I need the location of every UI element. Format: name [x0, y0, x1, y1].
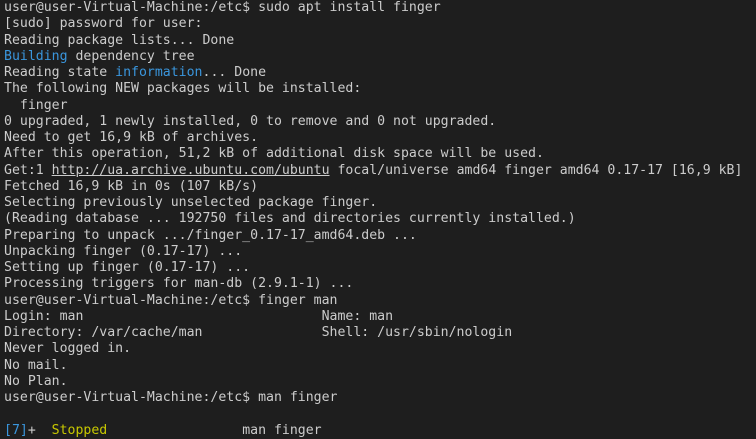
terminal-text: user@user-Virtual-Machine:/etc$ finger m… — [4, 292, 338, 308]
terminal-text: Fetched 16,9 kB in 0s (107 kB/s) — [4, 178, 259, 194]
terminal-line: Login: man Name: man — [4, 309, 742, 325]
terminal-line: Building dependency tree — [4, 49, 742, 65]
terminal-text: ... Done — [202, 65, 267, 80]
terminal-text: Setting up finger (0.17-17) ... — [4, 260, 251, 275]
terminal-link[interactable]: http://ua.archive.ubuntu.com/ubuntu — [52, 163, 330, 178]
terminal-line: Selecting previously unselected package … — [4, 195, 742, 211]
terminal-line: Setting up finger (0.17-17) ... — [4, 260, 742, 276]
terminal-line: Directory: /var/cache/man Shell: /usr/sb… — [4, 325, 742, 341]
terminal-output[interactable]: user@user-Virtual-Machine:/etc$ sudo apt… — [4, 0, 742, 439]
terminal-line: 0 upgraded, 1 newly installed, 0 to remo… — [4, 114, 742, 130]
terminal-text: Login: man Name: man — [4, 308, 394, 324]
terminal-line: Reading state information... Done — [4, 65, 742, 81]
terminal-text: user@user-Virtual-Machine:/etc$ sudo apt… — [4, 0, 441, 15]
terminal-text: [sudo] password for user: — [4, 16, 203, 32]
terminal-text: focal/universe amd64 finger amd64 0.17-1… — [329, 162, 743, 178]
terminal-line: Processing triggers for man-db (2.9.1-1)… — [4, 276, 742, 292]
terminal-line: No mail. — [4, 358, 742, 374]
terminal-text: finger — [4, 97, 68, 113]
terminal-line: Preparing to unpack .../finger_0.17-17_a… — [4, 228, 742, 244]
terminal-line: user@user-Virtual-Machine:/etc$ finger m… — [4, 293, 742, 309]
terminal-text: Get:1 — [4, 162, 52, 178]
terminal-text: Stopped — [51, 422, 108, 438]
terminal-text: Processing triggers for man-db (2.9.1-1)… — [4, 276, 354, 292]
terminal-line: After this operation, 51,2 kB of additio… — [4, 146, 742, 162]
terminal-text: Preparing to unpack .../finger_0.17-17_a… — [4, 227, 417, 243]
terminal-line: (Reading database ... 192750 files and d… — [4, 211, 742, 227]
terminal-line: Never logged in. — [4, 341, 742, 357]
terminal-text: Need to get 16,9 kB of archives. — [4, 130, 259, 145]
terminal-text: Never logged in. — [4, 341, 132, 357]
terminal-text: The following NEW packages will be insta… — [4, 81, 362, 97]
terminal-line: Need to get 16,9 kB of archives. — [4, 130, 742, 146]
terminal-line: No Plan. — [4, 374, 742, 390]
terminal-text: Unpacking finger (0.17-17) ... — [4, 243, 243, 259]
terminal-text: information — [115, 65, 203, 80]
terminal-text: No mail. — [4, 357, 68, 373]
terminal-line: Unpacking finger (0.17-17) ... — [4, 244, 742, 260]
terminal-line: The following NEW packages will be insta… — [4, 81, 742, 97]
terminal-line: user@user-Virtual-Machine:/etc$ sudo apt… — [4, 0, 742, 16]
terminal-text: Selecting previously unselected package … — [4, 195, 378, 210]
terminal-text: [7] — [4, 422, 28, 438]
terminal-text: Reading state — [4, 65, 116, 80]
terminal-text: No Plan. — [4, 373, 68, 389]
terminal-line: Reading package lists... Done — [4, 33, 742, 49]
terminal-text: + — [27, 422, 52, 438]
terminal-text: Reading package lists... Done — [4, 32, 235, 48]
terminal-text: Directory: /var/cache/man Shell: /usr/sb… — [4, 325, 513, 340]
terminal-line: user@user-Virtual-Machine:/etc$ man fing… — [4, 390, 742, 406]
terminal-text: dependency tree — [67, 48, 195, 64]
terminal-text: man finger — [107, 422, 322, 438]
terminal-line: [7]+ Stopped man finger — [4, 423, 742, 439]
terminal-line: Get:1 http://ua.archive.ubuntu.com/ubunt… — [4, 163, 742, 179]
terminal-text: (Reading database ... 192750 files and d… — [4, 211, 576, 227]
terminal-text: Building — [4, 48, 68, 64]
terminal-line: [sudo] password for user: — [4, 16, 742, 32]
terminal-line: finger — [4, 98, 742, 114]
terminal-line: Fetched 16,9 kB in 0s (107 kB/s) — [4, 179, 742, 195]
terminal-text: user@user-Virtual-Machine:/etc$ man fing… — [4, 390, 338, 405]
terminal-text: After this operation, 51,2 kB of additio… — [4, 146, 544, 162]
terminal-text: 0 upgraded, 1 newly installed, 0 to remo… — [4, 113, 497, 129]
